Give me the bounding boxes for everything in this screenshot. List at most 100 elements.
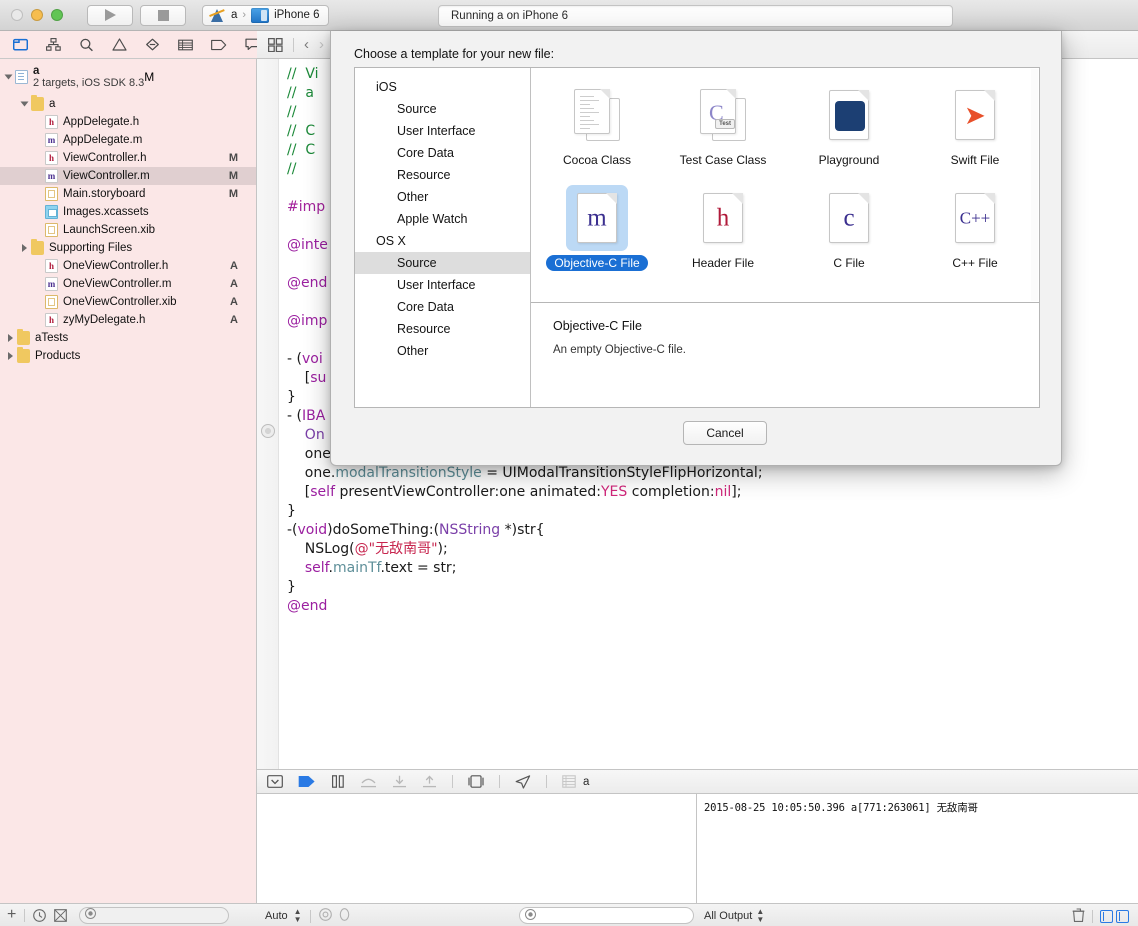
template-item[interactable]: C Test Test Case Class — [663, 82, 783, 185]
navigator-item[interactable]: h AppDelegate.h — [0, 113, 256, 131]
variables-scope-control[interactable]: Auto ▲ ▼ — [265, 908, 351, 924]
template-category-item[interactable]: Other — [355, 186, 530, 208]
template-category-item[interactable]: Core Data — [355, 296, 530, 318]
navigator-item[interactable]: Main.storyboard M — [0, 185, 256, 203]
stack-frame-icon[interactable] — [562, 775, 576, 788]
template-category-item[interactable]: Resource — [355, 318, 530, 340]
navigator-item[interactable]: Supporting Files — [0, 239, 256, 257]
navigator-item[interactable]: m AppDelegate.m — [0, 131, 256, 149]
pause-icon[interactable] — [331, 775, 345, 788]
navigator-item[interactable]: Products — [0, 347, 256, 365]
template-item[interactable]: m Objective-C File — [537, 185, 657, 288]
go-forward-icon[interactable]: › — [319, 36, 324, 53]
run-button[interactable] — [87, 4, 133, 26]
navigator-filter-field[interactable] — [79, 906, 230, 924]
scm-status-badge: M — [228, 188, 238, 200]
console-output-stepper-icon[interactable]: ▲ ▼ — [756, 908, 764, 924]
template-item[interactable]: Playground — [789, 82, 909, 185]
variables-info-icon[interactable] — [338, 908, 351, 924]
disclosure-triangle[interactable] — [8, 352, 13, 360]
continue-icon[interactable] — [298, 775, 316, 788]
show-variables-view-icon[interactable] — [1100, 910, 1113, 923]
template-category-item[interactable]: Apple Watch — [355, 208, 530, 230]
navigator-item[interactable]: h zyMyDelegate.h A — [0, 311, 256, 329]
debug-panel-toggle[interactable] — [1100, 910, 1129, 923]
template-category-item[interactable]: Source — [355, 252, 530, 274]
go-back-icon[interactable]: ‹ — [304, 36, 309, 53]
disclosure-triangle[interactable] — [4, 74, 13, 80]
template-icon-wrap — [566, 82, 628, 148]
template-item[interactable]: C++ C++ File — [915, 185, 1035, 288]
template-category-item[interactable]: Other — [355, 340, 530, 362]
recent-files-icon[interactable] — [33, 908, 47, 922]
sidebar-tab-breakpoint-navigator[interactable] — [211, 37, 227, 53]
debug-console[interactable]: 2015-08-25 10:05:50.396 a[771:263061] 无敌… — [698, 794, 1138, 903]
scheme-selector[interactable]: a › iPhone 6 — [202, 4, 330, 26]
breakpoint-marker-icon[interactable] — [261, 424, 275, 438]
sidebar-tab-test-navigator[interactable] — [145, 37, 160, 53]
add-file-button[interactable]: + — [7, 907, 16, 923]
stepper-icon[interactable]: ▲ ▼ — [294, 908, 302, 924]
sidebar-tab-symbol-navigator[interactable] — [46, 37, 61, 53]
navigator-item[interactable]: aTests — [0, 329, 256, 347]
navigator-item[interactable]: LaunchScreen.xib — [0, 221, 256, 239]
template-category-item[interactable]: Resource — [355, 164, 530, 186]
template-item[interactable]: h Header File — [663, 185, 783, 288]
navigator-item[interactable]: Images.xcassets — [0, 203, 256, 221]
step-out-icon[interactable] — [422, 775, 437, 788]
navigator-filter-input[interactable] — [96, 909, 217, 921]
zoom-button[interactable] — [51, 9, 63, 21]
template-platform-group[interactable]: iOS — [355, 76, 530, 98]
source-control-filter-icon[interactable] — [54, 908, 68, 922]
scm-status-badge: A — [230, 260, 238, 272]
template-item[interactable]: ➤ Swift File — [915, 82, 1035, 185]
template-grid-scrollbar[interactable] — [1031, 69, 1038, 301]
editor-gutter[interactable] — [257, 59, 279, 769]
project-root-row[interactable]: a 2 targets, iOS SDK 8.3 M — [0, 59, 256, 95]
sidebar-tab-issue-navigator[interactable] — [112, 37, 127, 53]
stop-button[interactable] — [140, 4, 186, 26]
template-category-list[interactable]: iOS Source User Interface Core Data Resource… — [355, 68, 531, 407]
template-category-item[interactable]: User Interface — [355, 274, 530, 296]
disclosure-triangle[interactable] — [20, 101, 29, 107]
template-platform-group[interactable]: OS X — [355, 230, 530, 252]
navigator-item[interactable]: OneViewController.xib A — [0, 293, 256, 311]
console-output-selector[interactable]: All Output ▲ ▼ — [704, 908, 764, 924]
view-debugging-icon[interactable] — [468, 775, 484, 788]
variables-list-icon[interactable] — [318, 908, 332, 924]
show-console-view-icon[interactable] — [1116, 910, 1129, 923]
navigator-item[interactable]: m OneViewController.m A — [0, 275, 256, 293]
navigator-item[interactable]: h OneViewController.h A — [0, 257, 256, 275]
variables-filter-field[interactable] — [519, 907, 694, 924]
header-file-icon: h — [45, 151, 58, 165]
template-grid[interactable]: Cocoa Class C Test Test Case Class Playgroun… — [531, 68, 1039, 303]
header-file-icon: h — [45, 313, 58, 327]
minimize-button[interactable] — [31, 9, 43, 21]
debug-variables-view[interactable] — [257, 794, 697, 903]
template-item[interactable]: c C File — [789, 185, 909, 288]
navigator-item[interactable]: m ViewController.m M — [0, 167, 256, 185]
step-over-icon[interactable] — [360, 775, 377, 788]
cancel-button[interactable]: Cancel — [683, 421, 767, 445]
disclosure-triangle[interactable] — [22, 244, 27, 252]
navigator-item[interactable]: a — [0, 95, 256, 113]
hide-debug-area-icon[interactable] — [267, 775, 283, 788]
template-category-item[interactable]: User Interface — [355, 120, 530, 142]
new-file-template-sheet[interactable]: Choose a template for your new file: iOS… — [330, 31, 1062, 466]
navigator-item[interactable]: h ViewController.h M — [0, 149, 256, 167]
sidebar-tab-project-navigator[interactable] — [13, 37, 28, 53]
template-category-item[interactable]: Core Data — [355, 142, 530, 164]
related-items-icon[interactable] — [268, 37, 283, 52]
variables-filter-input[interactable] — [536, 909, 686, 922]
disclosure-triangle[interactable] — [8, 334, 13, 342]
sidebar-tab-find-navigator[interactable] — [79, 37, 94, 53]
template-category-item[interactable]: Source — [355, 98, 530, 120]
navigator-bottom-divider — [24, 908, 26, 922]
simulate-location-icon[interactable] — [515, 774, 531, 789]
project-navigator[interactable]: a 2 targets, iOS SDK 8.3 M a h AppDelegate… — [0, 59, 257, 903]
close-button[interactable] — [11, 9, 23, 21]
clear-console-icon[interactable] — [1072, 908, 1085, 925]
step-into-icon[interactable] — [392, 775, 407, 788]
sidebar-tab-debug-navigator[interactable] — [178, 37, 193, 53]
template-item[interactable]: Cocoa Class — [537, 82, 657, 185]
